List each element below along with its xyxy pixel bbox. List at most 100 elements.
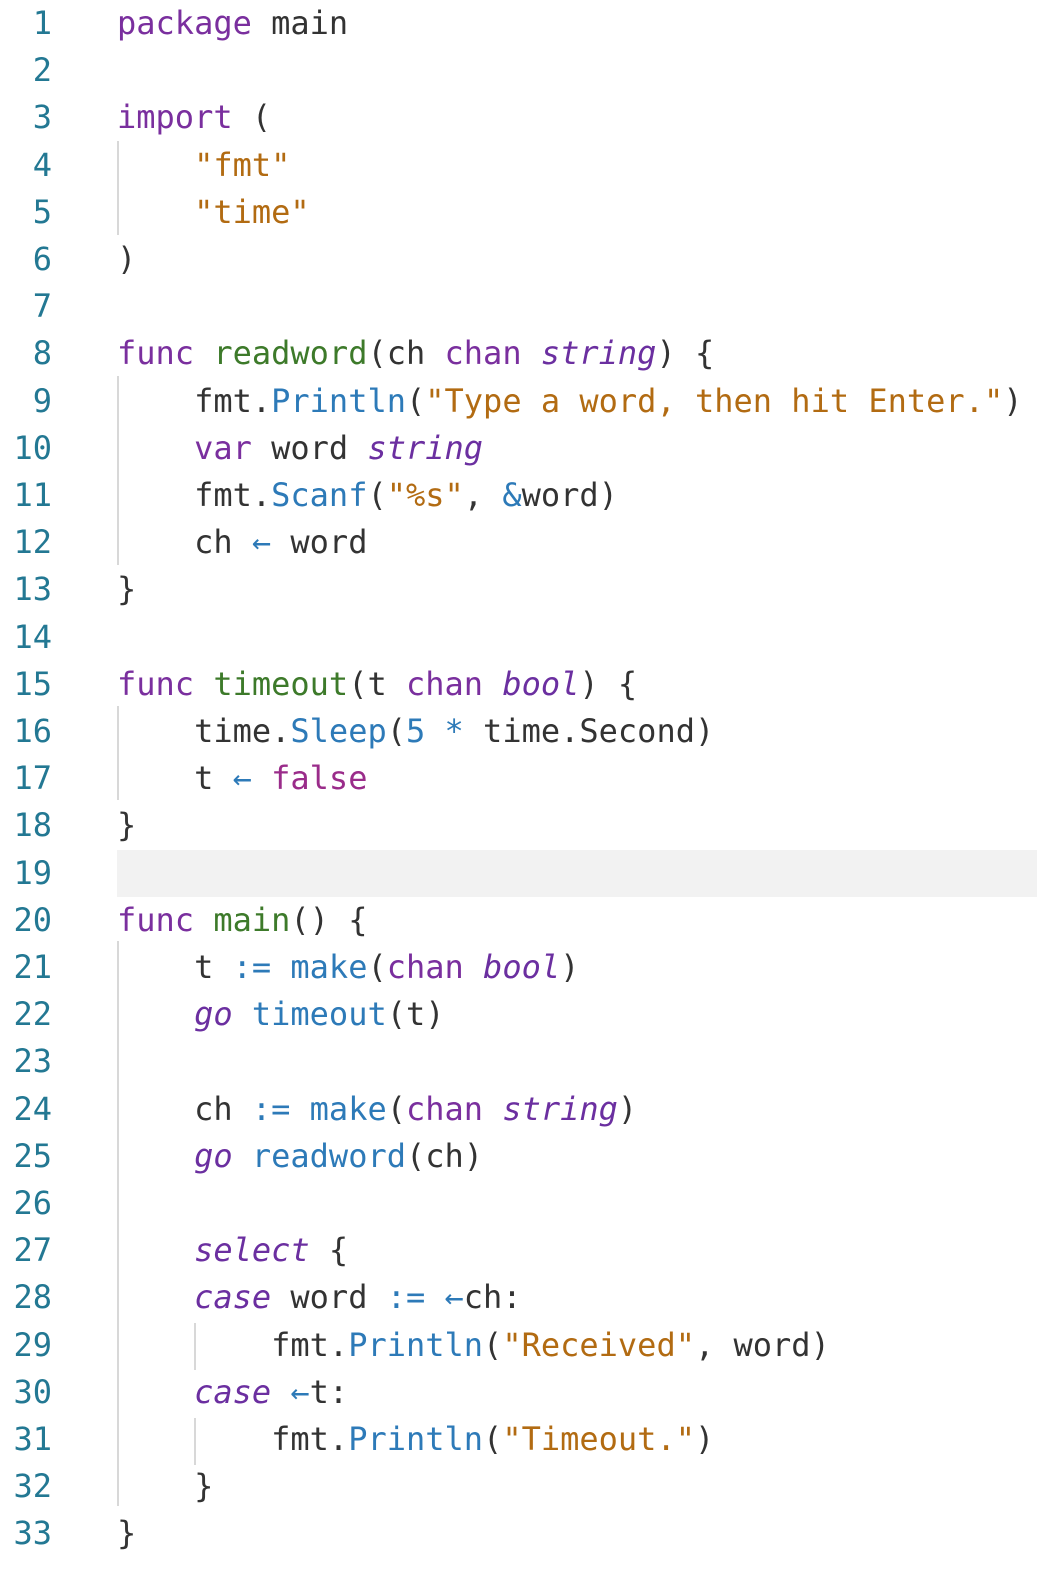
code-line[interactable]: 11 fmt.Scanf("%s", &word) (0, 472, 1037, 519)
code-text: var word string (117, 425, 483, 472)
code-token: ) (617, 1090, 638, 1128)
line-number: 16 (13, 712, 52, 750)
code-token: func (117, 334, 195, 372)
code-token: time. (117, 712, 291, 750)
code-text: package main (117, 0, 348, 47)
code-editor[interactable]: 1 package main 2 3 import (4 "fmt" 5 "time" 6)… (0, 0, 1037, 1572)
code-line[interactable]: 30 case ←t: (0, 1369, 1037, 1416)
code-token: 5 (405, 712, 426, 750)
code-token: import (117, 98, 233, 136)
code-token: chan (405, 1090, 484, 1128)
line-number: 32 (13, 1467, 52, 1505)
code-text: t ← false (117, 755, 367, 802)
code-line[interactable]: 13} (0, 566, 1037, 613)
code-token: ( (367, 476, 387, 514)
code-token: time.Second) (463, 712, 715, 750)
code-line[interactable]: 12 ch ← word (0, 519, 1037, 566)
code-token: , (463, 476, 503, 514)
code-token: chan (386, 948, 464, 986)
code-line[interactable]: 21 t := make(chan bool) (0, 944, 1037, 991)
code-line[interactable]: 25 go readword(ch) (0, 1133, 1037, 1180)
line-number: 31 (13, 1420, 52, 1458)
code-token: (t) (386, 995, 445, 1033)
line-number: 7 (32, 287, 52, 325)
code-line[interactable]: 28 case word := ←ch: (0, 1274, 1037, 1321)
code-token: fmt. (117, 476, 272, 514)
code-line[interactable]: 2 (0, 47, 1037, 94)
code-line[interactable]: 17 t ← false (0, 755, 1037, 802)
code-token: readword (251, 1137, 406, 1175)
code-line[interactable]: 33} (0, 1510, 1037, 1557)
code-token: fmt. (117, 1420, 349, 1458)
code-line[interactable]: 22 go timeout(t) (0, 991, 1037, 1038)
code-text: fmt.Scanf("%s", &word) (117, 472, 618, 519)
line-number: 3 (32, 98, 52, 136)
code-token: "Received" (502, 1326, 695, 1364)
code-token: word (271, 523, 368, 561)
code-token: ch: (463, 1278, 522, 1316)
code-token: go (194, 1137, 233, 1175)
line-number: 20 (13, 901, 52, 939)
line-number: 14 (13, 618, 52, 656)
code-text: "time" (117, 189, 310, 236)
code-line[interactable]: 15 func timeout(t chan bool) { (0, 661, 1037, 708)
code-line[interactable]: 23 (0, 1038, 1037, 1085)
code-text: time.Sleep(5 * time.Second) (117, 708, 714, 755)
code-line[interactable]: 5 "time" (0, 189, 1037, 236)
code-line[interactable]: 10 var word string (0, 425, 1037, 472)
code-line[interactable]: 3 import ( (0, 94, 1037, 141)
code-token: () { (290, 901, 368, 939)
code-token: ← (444, 1278, 464, 1316)
code-line[interactable]: 4 "fmt" (0, 142, 1037, 189)
code-line[interactable]: 20 func main() { (0, 897, 1037, 944)
code-token: bool (502, 665, 580, 703)
code-token: package (117, 4, 252, 42)
code-token: := (232, 948, 272, 986)
code-line[interactable]: 18} (0, 802, 1037, 849)
code-line[interactable]: 31 fmt.Println("Timeout.") (0, 1416, 1037, 1463)
line-number: 11 (13, 476, 52, 514)
code-line[interactable]: 8 func readword(ch chan string) { (0, 330, 1037, 377)
code-token: case (194, 1373, 272, 1411)
code-line[interactable]: 29 fmt.Println("Received", word) (0, 1322, 1037, 1369)
code-line[interactable]: 32 } (0, 1463, 1037, 1510)
code-token: Println (271, 382, 406, 420)
code-token: fmt. (117, 1326, 349, 1364)
code-text: func main() { (117, 897, 367, 944)
code-text: t := make(chan bool) (117, 944, 579, 991)
code-token: } (117, 1467, 214, 1505)
code-token: ch (117, 523, 252, 561)
code-line[interactable]: 26 (0, 1180, 1037, 1227)
code-line[interactable]: 7 (0, 283, 1037, 330)
code-line[interactable]: 9 fmt.Println("Type a word, then hit Ent… (0, 378, 1037, 425)
code-line[interactable]: 27 select { (0, 1227, 1037, 1274)
code-line[interactable]: 6) (0, 236, 1037, 283)
code-line[interactable]: 16 time.Sleep(5 * time.Second) (0, 708, 1037, 755)
code-token: ) (560, 948, 580, 986)
code-text: select { (117, 1227, 348, 1274)
code-token: timeout (213, 665, 349, 703)
line-number: 17 (13, 759, 52, 797)
code-token: t (117, 759, 233, 797)
line-number: 9 (32, 382, 52, 420)
current-line-highlight (117, 850, 1037, 897)
code-line[interactable]: 24 ch := make(chan string) (0, 1086, 1037, 1133)
line-number: 21 (13, 948, 52, 986)
code-token: ( (386, 712, 406, 750)
code-token: timeout (251, 995, 387, 1033)
code-text: func timeout(t chan bool) { (117, 661, 637, 708)
code-line[interactable]: 14 (0, 614, 1037, 661)
code-line[interactable]: 19 (0, 850, 1037, 897)
code-line[interactable]: 1 package main (0, 0, 1037, 47)
